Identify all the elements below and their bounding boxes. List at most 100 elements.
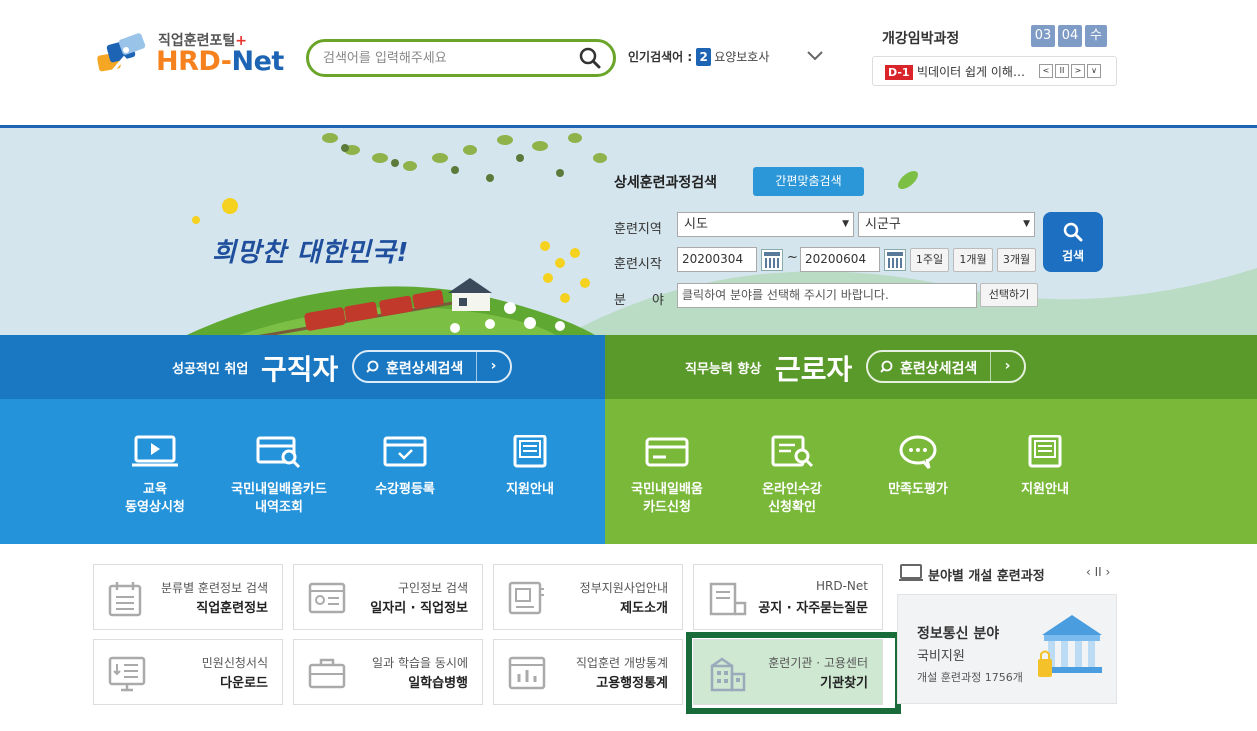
tile-title: 제도소개 [620,601,668,616]
tile-system-intro[interactable]: 정부지원사업안내 제도소개 [493,564,683,630]
chevron-down-icon: ▼ [842,219,849,229]
imminent-course-panel: D-1 빅데이터 쉽게 이해하기 < II > ∨ [872,56,1117,86]
tile-title: 직업훈련정보 [196,601,268,616]
calendar-icon[interactable] [761,249,783,271]
notice-icon [709,582,747,616]
tile-training-info[interactable]: 분류별 훈련정보 검색 직업훈련정보 [93,564,283,630]
field-card-sub: 국비지원 [917,649,965,664]
field-label-1: 분 [614,293,626,308]
jobseeker-sub: 성공적인 취업 [172,362,249,377]
calendar-list-icon [108,582,142,617]
logo-wordmark: HRD-Net [156,46,284,77]
popular-label: 인기검색어 : [628,50,693,64]
start-date-input[interactable]: 20200304 [677,247,757,272]
pause-button[interactable]: II [1055,64,1069,78]
tile-title: 다운로드 [220,676,268,691]
jobseeker-header: 성공적인 취업 구직자 훈련상세검색 › [0,335,605,399]
menu-card-apply[interactable]: 국민내일배움 카드신청 [607,435,727,517]
jobseeker-title: 구직자 [261,353,339,386]
logo-icon [97,33,146,73]
tile-sub: 민원신청서식 [201,656,268,670]
tile-title: 고용행정통계 [596,676,668,691]
search-input[interactable] [323,48,573,68]
book-icon [1028,435,1062,468]
imminent-courses-title: 개강임박과정 [882,31,960,47]
detail-search-button[interactable]: 검색 [1043,212,1103,272]
field-card-title: 정보통신 분야 [917,626,1000,642]
document-icon [508,581,544,615]
one-month-button[interactable]: 1개월 [953,248,993,272]
date-range-separator: ~ [787,250,798,265]
tile-title: 일학습병행 [408,676,468,691]
detail-search-title: 상세훈련과정검색 [614,175,718,191]
tile-work-study[interactable]: 일과 학습을 동시에 일학습병행 [293,639,483,705]
jobseeker-detail-search-button[interactable]: 훈련상세검색 › [352,350,512,383]
popular-term[interactable]: 요양보호사 [714,50,769,64]
tile-job-info[interactable]: 구인정보 검색 일자리 · 직업정보 [293,564,483,630]
field-course-card[interactable]: 정보통신 분야 국비지원 개설 훈련과정 1756개 [897,594,1117,704]
card-search-icon [256,436,301,469]
worker-header: 직무능력 향상 근로자 훈련상세검색 › [605,335,1257,399]
tile-sub: 일과 학습을 동시에 [372,656,468,670]
menu-card-history[interactable]: 국민내일배움카드 내역조회 [219,435,339,517]
field-label-2: 야 [652,293,664,308]
calendar-icon[interactable] [884,249,906,271]
highlight-frame [686,632,901,714]
field-courses-controls[interactable]: ‹ II › [1086,565,1110,579]
worker-title: 근로자 [775,353,853,386]
worker-menu: 국민내일배움 카드신청 온라인수강 신청확인 만족도평가 지원안내 [605,399,1257,544]
menu-online-apply-check[interactable]: 온라인수강 신청확인 [732,435,852,517]
search-icon[interactable] [579,47,601,69]
tile-sub: 구인정보 검색 [397,581,468,595]
select-field-button[interactable]: 선택하기 [980,283,1038,307]
menu-worker-support-guide[interactable]: 지원안내 [985,435,1105,499]
popular-keywords[interactable]: 인기검색어 :2 요양보호사 [628,48,769,66]
tile-employment-stats[interactable]: 직업훈련 개방통계 고용행정통계 [493,639,683,705]
id-card-icon [308,582,346,614]
three-month-button[interactable]: 3개월 [997,248,1036,272]
tile-sub: 직업훈련 개방통계 [575,656,668,670]
book-icon [513,435,547,468]
prev-button[interactable]: < [1039,64,1053,78]
banner-slogan: 희망찬 대한민국! [212,238,410,268]
document-search-icon [771,435,814,468]
more-button[interactable]: ∨ [1087,64,1101,78]
search-button-label: 검색 [1061,249,1085,263]
monitor-download-icon [108,656,146,692]
chevron-down-icon[interactable] [806,50,824,62]
sido-select[interactable]: 시도 ▼ [677,212,854,237]
sigungu-select[interactable]: 시군구 ▼ [858,212,1035,237]
one-week-button[interactable]: 1주일 [910,248,949,272]
bank-building-icon [1038,615,1102,677]
monitor-play-icon [132,435,178,467]
field-select-input[interactable]: 클릭하여 분야를 선택해 주시기 바랍니다. [677,283,977,308]
start-label: 훈련시작 [614,257,662,272]
speech-bubble-icon [899,435,937,469]
tile-title: 일자리 · 직업정보 [370,601,468,616]
site-logo[interactable]: 직업훈련포털+ HRD-Net [92,28,287,83]
next-button[interactable]: > [1071,64,1085,78]
bar-chart-icon [508,656,546,690]
field-card-count: 개설 훈련과정 1756개 [917,671,1023,684]
worker-detail-search-button[interactable]: 훈련상세검색 › [866,350,1026,383]
dday-badge: D-1 [885,65,913,80]
search-icon [366,360,379,373]
end-date-input[interactable]: 20200604 [800,247,880,272]
menu-satisfaction-survey[interactable]: 만족도평가 [858,435,978,499]
credit-card-icon [645,437,689,467]
field-courses-title: 분야별 개설 훈련과정 [928,569,1045,584]
menu-video-lecture[interactable]: 교육 동영상시청 [95,435,215,517]
monitor-icon [899,564,923,581]
chevron-down-icon: ▼ [1023,219,1030,229]
menu-support-guide[interactable]: 지원안내 [470,435,590,499]
worker-sub: 직무능력 향상 [685,362,762,377]
imminent-course-link[interactable]: 빅데이터 쉽게 이해하기 [917,63,1035,80]
date-weekday: 수 [1085,25,1107,47]
tile-notice-faq[interactable]: HRD-Net 공지 · 자주묻는질문 [693,564,883,630]
tile-sub: 분류별 훈련정보 검색 [161,581,268,595]
tile-form-download[interactable]: 민원신청서식 다운로드 [93,639,283,705]
simple-search-button[interactable]: 간편맞춤검색 [753,167,864,196]
menu-course-review[interactable]: 수강평등록 [345,435,465,499]
tile-sub: 정부지원사업안내 [579,581,668,595]
search-box [306,39,616,77]
